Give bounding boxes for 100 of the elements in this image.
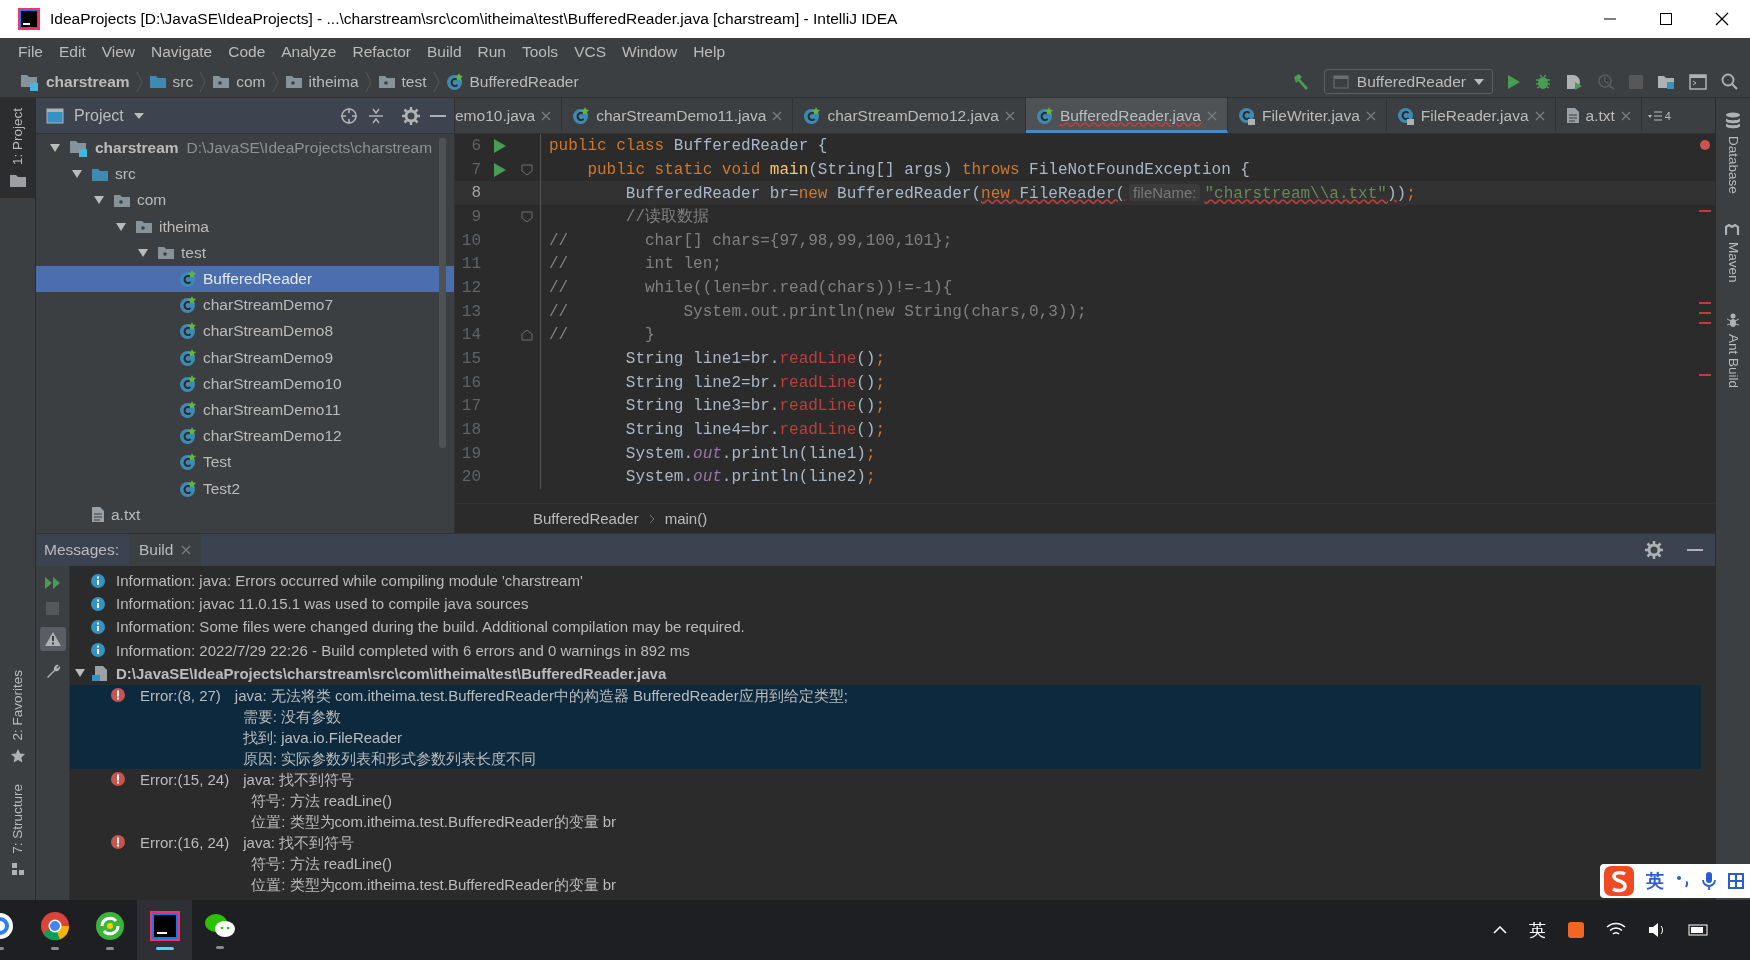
line-number: 10 — [460, 231, 481, 250]
tree-item[interactable]: Test — [36, 449, 454, 476]
tree-item[interactable]: charStreamDemo10 — [36, 370, 454, 397]
editor-tab[interactable]: a.txt — [1555, 98, 1642, 133]
run-icon[interactable] — [1507, 73, 1521, 90]
tool-window-button[interactable]: Database — [1725, 112, 1741, 194]
editor-tab[interactable]: charStreamDemo12.java — [793, 98, 1026, 133]
breadcrumb-item[interactable]: test — [377, 72, 427, 91]
maximize-icon[interactable] — [1659, 12, 1673, 26]
tree-item[interactable]: Test2 — [36, 475, 454, 502]
panel-title-dropdown[interactable]: Project — [74, 106, 124, 125]
tree-item[interactable]: charStreamDemo12 — [36, 423, 454, 450]
breadcrumb-item[interactable]: com — [212, 72, 266, 91]
editor-tab[interactable]: FileReader.java — [1386, 98, 1556, 133]
scrollbar[interactable] — [439, 138, 446, 448]
run-gutter-icon[interactable] — [493, 161, 507, 178]
package-icon — [113, 192, 131, 208]
tool-window-button[interactable]: 2: Favorites — [0, 659, 35, 775]
search-icon[interactable] — [1721, 73, 1738, 90]
rerun-icon[interactable] — [43, 576, 62, 590]
collapse-all-icon[interactable] — [368, 106, 384, 125]
tree-item[interactable]: charStreamDemo7 — [36, 292, 454, 319]
hammer-icon[interactable] — [1291, 72, 1310, 91]
menu-item[interactable]: Window — [614, 40, 686, 64]
input-language-indicator[interactable]: 英 — [1529, 918, 1546, 942]
fold-marker-icon[interactable] — [521, 210, 533, 223]
breadcrumb-item[interactable]: src — [148, 72, 194, 91]
tool-window-button[interactable]: Maven — [1725, 223, 1741, 283]
caret-icon[interactable] — [1493, 926, 1507, 934]
bug-icon[interactable] — [1535, 73, 1551, 90]
project-structure-icon[interactable] — [1657, 73, 1675, 90]
tree-item[interactable]: charStreamDemo8 — [36, 318, 454, 345]
info-icon — [90, 642, 106, 659]
ime-language[interactable]: 英 — [1646, 869, 1664, 893]
tree-item[interactable]: test — [36, 239, 454, 266]
microphone-icon[interactable] — [1702, 871, 1716, 891]
editor-tab[interactable]: FileWriter.java — [1227, 98, 1387, 133]
coverage-icon[interactable] — [1565, 72, 1583, 91]
grid-icon[interactable] — [1728, 873, 1744, 889]
fold-marker-icon[interactable] — [521, 163, 533, 176]
panel-icon[interactable] — [1689, 73, 1707, 90]
fold-marker-icon[interactable] — [521, 329, 533, 342]
taskbar-app-button[interactable] — [137, 900, 192, 960]
menu-item[interactable]: Refactor — [344, 40, 420, 64]
editor-tab[interactable]: BufferedReader.java — [1025, 98, 1228, 133]
breadcrumb-item[interactable]: main() — [664, 510, 708, 527]
menu-item[interactable]: View — [93, 40, 144, 64]
breadcrumb-item[interactable]: BufferedReader — [445, 72, 579, 91]
tool-window-button[interactable]: 1: Project — [0, 98, 35, 199]
run-gutter-icon[interactable] — [493, 137, 507, 154]
settings-icon[interactable] — [1645, 541, 1663, 559]
speaker-icon[interactable] — [1648, 922, 1666, 938]
ime-logo-icon[interactable] — [1604, 866, 1634, 896]
tree-item[interactable]: itheima — [36, 213, 454, 240]
menu-item[interactable]: Build — [419, 40, 470, 64]
browser-icon — [39, 910, 70, 941]
minimize-icon[interactable] — [1687, 548, 1703, 552]
chevron-icon — [648, 513, 655, 524]
tree-item[interactable]: BufferedReader — [36, 265, 454, 293]
settings-icon[interactable] — [402, 106, 420, 125]
breadcrumb-item[interactable]: BufferedReader — [533, 510, 639, 527]
package-icon — [284, 74, 303, 89]
menu-item[interactable]: Code — [220, 40, 274, 64]
error-detail: 原因: 实际参数列表和形式参数列表长度不同 — [241, 748, 537, 769]
tool-window-button[interactable]: Ant Build — [1725, 312, 1741, 389]
editor-tab[interactable]: charStreamDemo11.java — [562, 98, 794, 133]
tree-item[interactable]: com — [36, 187, 454, 214]
menu-item[interactable]: VCS — [566, 40, 614, 64]
battery-icon[interactable] — [1688, 924, 1710, 936]
line-number: 14 — [460, 326, 481, 345]
panel-tab[interactable]: Build — [128, 534, 202, 566]
menu-item[interactable]: Navigate — [143, 40, 221, 64]
more-tabs-button[interactable]: 4 — [1641, 98, 1677, 133]
class-icon — [179, 427, 197, 446]
tree-item[interactable]: src — [36, 161, 454, 188]
menu-item[interactable]: Help — [685, 40, 734, 64]
menu-item[interactable]: Run — [469, 40, 514, 64]
breadcrumb-item[interactable]: charstream — [20, 72, 130, 91]
menu-item[interactable]: Analyze — [273, 40, 345, 64]
error-entry[interactable]: Error:(16, 24) java: 找不到符号 符号: 方法 readLine() 位置: 类型为com.itheima.test.BufferedReader的变量 br — [70, 831, 617, 895]
tool-window-button[interactable]: 7: Structure — [0, 774, 35, 886]
package-icon — [135, 219, 153, 235]
run-configuration-dropdown[interactable]: BufferedReader — [1323, 69, 1493, 94]
tree-item[interactable]: a.txt — [36, 501, 454, 528]
punctuation-icon[interactable] — [1676, 874, 1690, 888]
menu-item[interactable]: Edit — [51, 40, 94, 64]
tree-item[interactable]: charstream D:\JavaSE\IdeaProjects\charstream — [36, 135, 454, 162]
expand-arrow-icon[interactable] — [137, 246, 149, 259]
editor-tab[interactable]: emo10.java — [455, 98, 563, 133]
warning-icon[interactable] — [43, 631, 62, 647]
breadcrumb-item[interactable]: itheima — [284, 72, 359, 91]
tree-item[interactable]: charStreamDemo9 — [36, 344, 454, 371]
menu-item[interactable]: File — [10, 40, 51, 64]
star-icon — [9, 748, 26, 765]
menu-item[interactable]: Tools — [513, 40, 567, 64]
locate-icon[interactable] — [340, 106, 358, 125]
close-icon[interactable] — [1715, 12, 1729, 26]
tree-item[interactable]: charStreamDemo11 — [36, 396, 454, 424]
expand-arrow-icon[interactable] — [115, 220, 127, 233]
error-icon — [110, 770, 126, 787]
